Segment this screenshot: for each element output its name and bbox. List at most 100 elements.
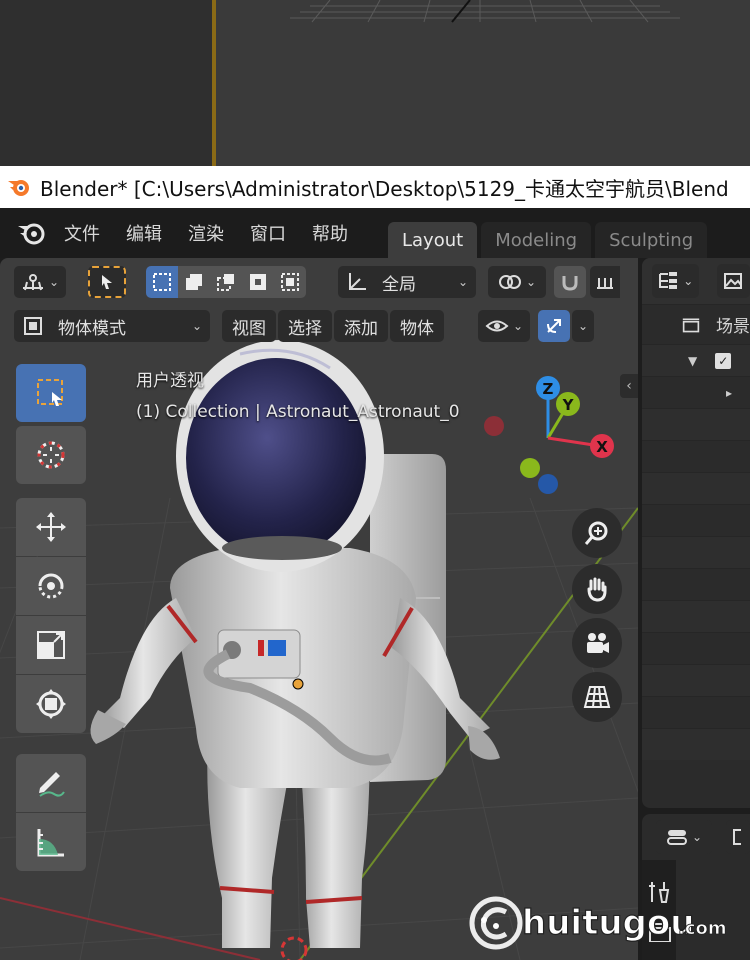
chevron-down-icon: ⌄ — [577, 319, 589, 333]
list-item — [642, 728, 750, 760]
gizmo-y-label: Y — [562, 396, 575, 414]
menu-add[interactable]: 添加 — [334, 310, 388, 342]
blender-logo-icon — [8, 180, 29, 196]
outliner-header: ⌄ — [642, 258, 750, 304]
transform-icon — [36, 689, 66, 719]
outliner-scene-row[interactable]: 场景 — [642, 304, 750, 344]
chevron-down-icon: ⌄ — [683, 274, 694, 288]
watermark-text: huitugou — [522, 903, 694, 943]
editor-type-button[interactable]: ⌄ — [14, 266, 66, 298]
tab-sculpting[interactable]: Sculpting — [595, 222, 708, 258]
transform-orientation-value: 全局 — [382, 274, 416, 295]
gizmo-toggle-button[interactable] — [538, 310, 570, 342]
snap-toggle-button[interactable] — [554, 266, 586, 298]
menu-window[interactable]: 窗口 — [250, 220, 286, 246]
properties-editor-type-button[interactable]: ⌄ — [656, 820, 712, 854]
outliner-editor-type-button[interactable]: ⌄ — [652, 264, 699, 298]
magnifier-plus-icon — [584, 521, 608, 545]
zoom-button[interactable] — [572, 508, 622, 558]
blender-menu-logo-icon[interactable] — [16, 220, 46, 246]
menu-object[interactable]: 物体 — [390, 310, 444, 342]
window-title-bar[interactable]: Blender* [C:\Users\Administrator\Desktop… — [0, 166, 750, 208]
gizmo-options-button[interactable]: ⌄ — [572, 310, 594, 342]
gizmo-x-label: X — [596, 438, 608, 456]
properties-header: ⌄ — [642, 814, 750, 860]
menu-edit[interactable]: 编辑 — [126, 220, 162, 246]
orientation-axes-icon — [349, 273, 366, 290]
select-mode-intersect-button[interactable] — [274, 266, 306, 298]
bracket-icon — [733, 829, 741, 845]
outliner-object-row[interactable]: ▸ — [642, 376, 750, 408]
tab-modeling[interactable]: Modeling — [481, 222, 592, 258]
select-mode-invert-button[interactable] — [242, 266, 274, 298]
gizmo-neg-z-icon — [538, 474, 558, 494]
select-subtract-icon — [217, 274, 234, 291]
select-intersect-icon — [281, 273, 299, 291]
interaction-mode-dropdown[interactable]: 物体模式 ⌄ — [14, 310, 210, 342]
menu-select[interactable]: 选择 — [278, 310, 332, 342]
menu-file[interactable]: 文件 — [64, 220, 100, 246]
select-mode-new-button[interactable] — [146, 266, 178, 298]
select-mode-extend-button[interactable] — [178, 266, 210, 298]
perspective-toggle-button[interactable] — [572, 672, 622, 722]
pencil-icon — [39, 772, 65, 797]
menu-view[interactable]: 视图 — [222, 310, 276, 342]
outliner-panel[interactable]: ⌄ 场景 ▼ ✓ ▸ — [642, 258, 750, 808]
snap-options-button[interactable] — [590, 266, 620, 298]
watermark-logo-icon: huitugou .com — [469, 896, 727, 950]
chevron-down-icon: ⌄ — [691, 830, 703, 844]
outliner-collection-row[interactable]: ▼ ✓ — [642, 344, 750, 376]
list-item — [642, 632, 750, 664]
expand-triangle-icon[interactable]: ▼ — [688, 354, 697, 368]
select-mode-subtract-button[interactable] — [210, 266, 242, 298]
scene-label: 场景 — [716, 317, 750, 337]
eye-icon — [485, 320, 509, 332]
select-tweak-button[interactable] — [88, 266, 126, 298]
viewport-scene — [0, 340, 638, 960]
tool-annotate[interactable] — [16, 754, 86, 812]
select-box-icon — [37, 379, 63, 406]
tab-layout[interactable]: Layout — [388, 222, 478, 258]
pan-button[interactable] — [572, 564, 622, 614]
list-item — [642, 472, 750, 504]
transform-orientation-dropdown[interactable]: 全局 ⌄ — [338, 266, 476, 298]
3d-view-icon — [22, 274, 43, 291]
chevron-down-icon: ⌄ — [512, 319, 524, 333]
tool-transform[interactable] — [16, 675, 86, 733]
menu-help[interactable]: 帮助 — [312, 220, 348, 246]
select-extend-icon — [186, 274, 202, 290]
pivot-point-button[interactable]: ⌄ — [488, 266, 546, 298]
cursor-arrow-icon — [102, 275, 112, 289]
list-item — [642, 536, 750, 568]
properties-toggle-icon — [666, 830, 687, 845]
menu-render[interactable]: 渲染 — [188, 220, 224, 246]
tool-measure[interactable] — [16, 813, 86, 871]
3d-cursor-icon — [37, 441, 65, 469]
camera-view-button[interactable] — [572, 618, 622, 668]
select-new-icon — [153, 273, 171, 291]
tool-rotate[interactable] — [16, 557, 86, 615]
watermark-logo: huitugou .com — [466, 890, 736, 956]
snap-grid-icon — [597, 278, 613, 289]
view-name-label: 用户透视 — [136, 371, 204, 391]
object-info-label: (1) Collection | Astronaut_Astronaut_0 — [136, 402, 460, 422]
tool-select-box[interactable] — [16, 364, 86, 422]
display-mode-button[interactable] — [716, 264, 750, 298]
tool-move[interactable] — [16, 498, 86, 556]
properties-search-button[interactable] — [726, 820, 750, 854]
visibility-dropdown[interactable]: ⌄ — [478, 310, 530, 342]
collapse-triangle-icon[interactable]: ▸ — [726, 386, 732, 400]
collection-checkbox[interactable]: ✓ — [715, 352, 732, 369]
3d-viewport[interactable]: ⌄ 全局 ⌄ ⌄ 物体模式 ⌄ 视图 选择 添加 物体 ⌄ ⌄ 用户透视 (1)… — [0, 258, 638, 960]
list-item — [642, 440, 750, 472]
camera-icon — [587, 633, 609, 653]
navigation-gizmo[interactable]: Z Y X — [470, 368, 630, 508]
tool-scale[interactable] — [16, 616, 86, 674]
tool-cursor[interactable] — [16, 426, 86, 484]
list-item — [642, 568, 750, 600]
rotate-icon — [38, 573, 64, 599]
interaction-mode-value: 物体模式 — [58, 318, 126, 339]
gizmo-neg-y-icon — [520, 458, 540, 478]
window-title: Blender* [C:\Users\Administrator\Desktop… — [40, 176, 729, 201]
viewport-header-row1: ⌄ 全局 ⌄ ⌄ — [0, 262, 638, 302]
